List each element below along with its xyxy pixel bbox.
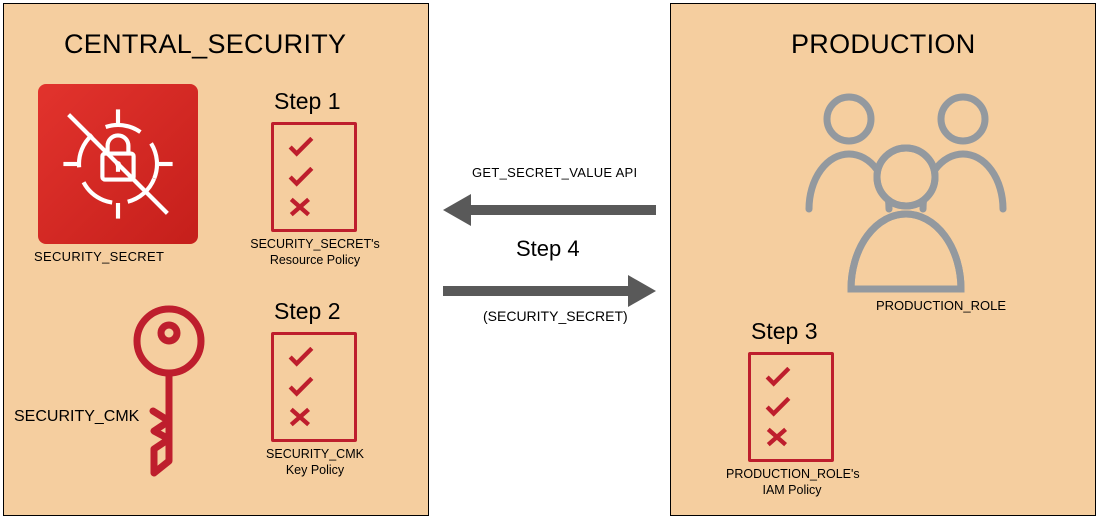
check-icon [288, 167, 314, 187]
x-icon [765, 427, 791, 447]
step-2-caption: SECURITY_CMK Key Policy [259, 447, 371, 478]
check-icon [765, 367, 791, 387]
security-cmk-label: SECURITY_CMK [14, 408, 139, 426]
check-icon [288, 137, 314, 157]
check-icon [288, 347, 314, 367]
production-role-label: PRODUCTION_ROLE [876, 298, 1006, 313]
step-3-checklist-icon [748, 352, 834, 462]
step-1-caption: SECURITY_SECRET's Resource Policy [249, 237, 381, 268]
production-panel: PRODUCTION PRODUCTION_ROLE Step 3 [670, 3, 1096, 516]
step-3-caption: PRODUCTION_ROLE's IAM Policy [726, 467, 858, 498]
arrow-left-icon [443, 194, 656, 226]
key-icon [124, 303, 214, 483]
step-3-label: Step 3 [751, 318, 818, 345]
security-secret-label: SECURITY_SECRET [34, 249, 164, 264]
step-2-caption-line2: Key Policy [286, 463, 344, 477]
x-icon [288, 407, 314, 427]
step-3-caption-line1: PRODUCTION_ROLE's [726, 467, 860, 481]
iam-role-users-icon [781, 79, 1031, 304]
step-1-caption-line1: SECURITY_SECRET's [250, 237, 380, 251]
step-4-label: Step 4 [516, 236, 580, 262]
step-1-label: Step 1 [274, 88, 341, 115]
production-title: PRODUCTION [791, 29, 976, 60]
return-value-label: (SECURITY_SECRET) [483, 308, 628, 324]
step-3-caption-line2: IAM Policy [762, 483, 821, 497]
step-2-caption-line1: SECURITY_CMK [266, 447, 364, 461]
central-security-title: CENTRAL_SECURITY [64, 29, 346, 60]
central-security-panel: CENTRAL_SECURITY SECURITY_SECRET Step 1 [3, 3, 429, 516]
step-1-caption-line2: Resource Policy [270, 253, 360, 267]
check-icon [288, 377, 314, 397]
check-icon [765, 397, 791, 417]
api-call-label: GET_SECRET_VALUE API [472, 165, 637, 180]
step-2-checklist-icon [271, 332, 357, 442]
step-1-checklist-icon [271, 122, 357, 232]
secrets-manager-icon [38, 84, 198, 244]
x-icon [288, 197, 314, 217]
step-2-label: Step 2 [274, 298, 341, 325]
arrow-right-icon [443, 275, 656, 307]
